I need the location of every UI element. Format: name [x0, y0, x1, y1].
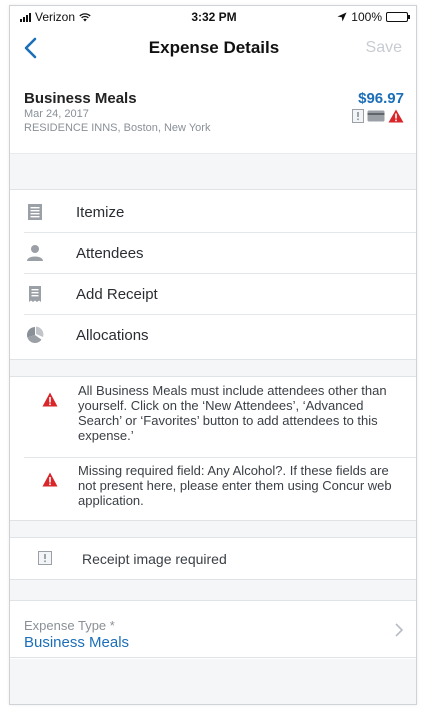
credit-card-icon: [367, 110, 385, 122]
attendees-label: Attendees: [76, 245, 144, 262]
section-spacer: [10, 520, 416, 538]
location-arrow-icon: [337, 12, 347, 22]
battery-percent: 100%: [351, 10, 382, 24]
section-spacer: [10, 579, 416, 601]
receipt-required-row: Receipt image required: [10, 539, 416, 579]
pie-chart-icon: [26, 326, 44, 343]
page-title: Expense Details: [148, 38, 280, 57]
attendees-row[interactable]: Attendees: [24, 233, 416, 274]
warnings-section: All Business Meals must include attendee…: [10, 378, 416, 520]
section-spacer: [10, 154, 416, 190]
allocations-row[interactable]: Allocations: [24, 315, 416, 356]
app-frame: Verizon 3:32 PM 100% Expense Details Sav…: [9, 5, 417, 705]
receipt-icon: [29, 286, 41, 302]
expense-flags: [352, 109, 404, 123]
save-button[interactable]: Save: [366, 39, 402, 57]
itemize-row[interactable]: Itemize: [24, 192, 416, 233]
expense-amount: $96.97: [358, 90, 404, 107]
add-receipt-label: Add Receipt: [76, 286, 158, 303]
battery-icon: [386, 12, 410, 22]
warning-text: Missing required field: Any Alcohol?. If…: [78, 463, 392, 508]
expense-type-caption: Expense Type *: [24, 618, 115, 633]
add-receipt-row[interactable]: Add Receipt: [24, 274, 416, 315]
warning-text: All Business Meals must include attendee…: [78, 383, 387, 443]
nav-bar: Expense Details Save: [10, 26, 416, 70]
expense-name: Business Meals: [24, 90, 137, 107]
receipt-required-icon: [38, 551, 52, 565]
section-spacer: [10, 359, 416, 377]
warning-icon: [42, 392, 58, 407]
receipt-required-icon: [352, 109, 364, 123]
expense-type-row[interactable]: Expense Type * Business Meals: [10, 602, 416, 658]
receipt-required-label: Receipt image required: [82, 551, 227, 567]
warning-icon: [388, 109, 404, 123]
person-icon: [27, 245, 43, 261]
itemize-label: Itemize: [76, 204, 125, 221]
expense-vendor: RESIDENCE INNS, Boston, New York: [24, 122, 211, 134]
expense-date: Mar 24, 2017: [24, 108, 89, 120]
battery-group: 100%: [337, 10, 410, 24]
expense-header: Business Meals Mar 24, 2017 RESIDENCE IN…: [10, 70, 416, 154]
warning-icon: [42, 472, 58, 487]
allocations-label: Allocations: [76, 327, 149, 344]
itemize-icon: [28, 204, 42, 220]
expense-type-value: Business Meals: [24, 634, 130, 651]
warning-message: Missing required field: Any Alcohol?. If…: [24, 458, 416, 520]
status-bar: Verizon 3:32 PM 100%: [10, 6, 416, 26]
action-list: Itemize Attendees Add Receipt Allocation…: [10, 192, 416, 356]
bottom-spacer: [10, 659, 416, 704]
warning-message: All Business Meals must include attendee…: [24, 378, 416, 458]
chevron-right-icon: [395, 623, 404, 637]
